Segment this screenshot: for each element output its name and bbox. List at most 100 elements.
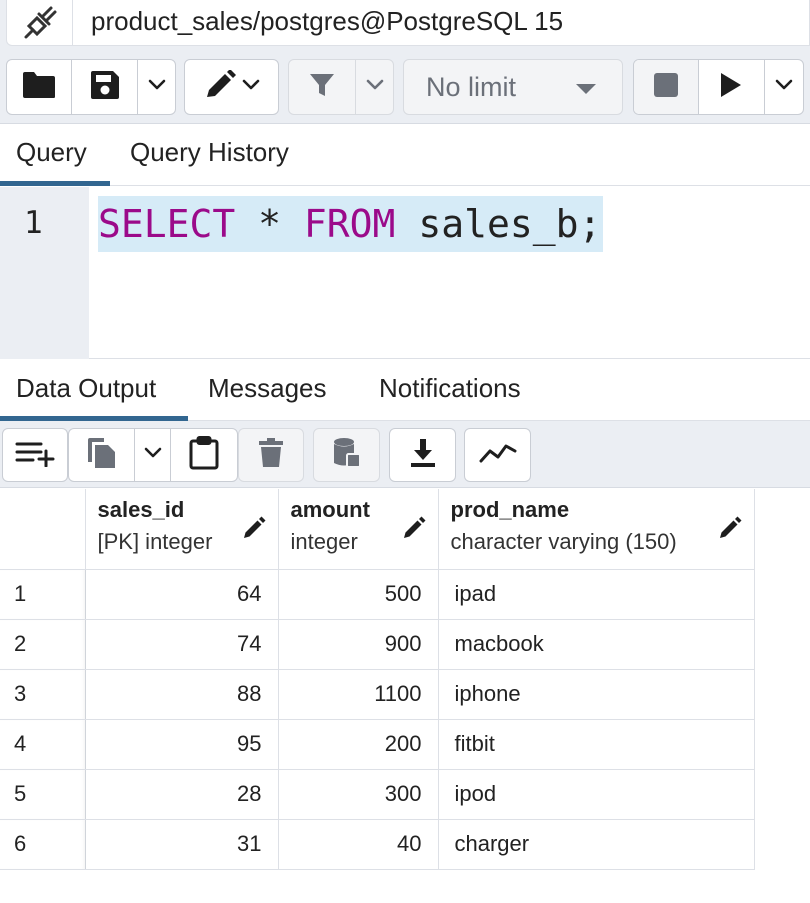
table-row[interactable]: 5 28 300 ipod [0,769,755,820]
cell-amount[interactable]: 40 [278,819,439,870]
filter-options-dropdown[interactable] [356,60,393,114]
cell-sales-id[interactable]: 88 [85,669,279,720]
column-header-amount[interactable]: amount integer [278,489,439,570]
table-header-row: sales_id [PK] integer amount integer pro… [0,489,755,570]
add-row-button-group [2,428,68,482]
table-row[interactable]: 4 95 200 fitbit [0,719,755,770]
row-limit-select[interactable]: No limit [403,59,623,115]
chevron-down-icon [242,78,260,96]
chevron-down-icon [366,78,384,96]
cell-amount[interactable]: 1100 [278,669,439,720]
edit-dropdown-button[interactable] [185,60,278,114]
delete-row-button[interactable] [239,429,303,481]
pencil-icon [204,68,236,105]
row-number[interactable]: 2 [0,619,86,670]
add-row-button[interactable] [3,429,67,481]
cell-amount[interactable]: 500 [278,569,439,620]
connection-selector[interactable]: product_sales/postgres@PostgreSQL 15 [6,0,810,46]
chevron-down-icon [775,78,793,96]
stop-query-button[interactable] [634,60,699,114]
stop-square-icon [653,72,679,103]
line-number: 1 [24,205,43,241]
column-type: [PK] integer [97,529,213,554]
execute-button-group [633,59,804,115]
sql-keyword-from: FROM [303,202,396,246]
data-grid-toolbar [0,421,810,488]
file-button-group [6,59,176,115]
cell-sales-id[interactable]: 95 [85,719,279,770]
cell-prod-name[interactable]: fitbit [438,719,755,770]
query-toolbar: No limit [0,48,810,124]
table-row[interactable]: 3 88 1100 iphone [0,669,755,720]
pencil-icon [718,516,742,545]
column-header-sales-id[interactable]: sales_id [PK] integer [85,489,279,570]
copy-icon [86,436,118,475]
delete-button-group [238,428,304,482]
cell-amount[interactable]: 200 [278,719,439,770]
delete-icon [259,437,283,473]
row-limit-value: No limit [426,72,517,102]
copy-button[interactable] [69,429,135,481]
edit-button-group [184,59,279,115]
row-number[interactable]: 1 [0,569,86,620]
row-number[interactable]: 5 [0,769,86,820]
table-row[interactable]: 1 64 500 ipad [0,569,755,620]
caret-down-icon [576,84,596,94]
line-number-gutter: 1 [0,187,89,359]
data-output-grid: sales_id [PK] integer amount integer pro… [0,489,755,870]
execute-query-button[interactable] [699,60,766,114]
pencil-icon [402,516,426,545]
add-row-icon [15,439,55,472]
save-data-button-group [313,428,380,482]
sql-keyword-select: SELECT [98,202,236,246]
execute-options-dropdown[interactable] [765,60,803,114]
column-header-prod-name[interactable]: prod_name character varying (150) [438,489,755,570]
cell-sales-id[interactable]: 31 [85,819,279,870]
output-tab-bar: Data Output Messages Notifications [0,360,810,421]
cell-sales-id[interactable]: 28 [85,769,279,820]
row-number[interactable]: 6 [0,819,86,870]
cell-sales-id[interactable]: 74 [85,619,279,670]
save-file-button[interactable] [72,60,138,114]
cell-prod-name[interactable]: iphone [438,669,755,720]
active-tab-indicator [0,181,110,186]
table-row[interactable]: 2 74 900 macbook [0,619,755,670]
download-results-button[interactable] [390,429,455,481]
chevron-down-icon [148,78,166,96]
sql-editor[interactable]: 1 SELECT * FROM sales_b; [0,187,810,359]
row-number[interactable]: 3 [0,669,86,720]
cell-sales-id[interactable]: 64 [85,569,279,620]
column-name: prod_name [450,497,570,522]
sql-code-line[interactable]: SELECT * FROM sales_b; [98,196,604,252]
tab-messages[interactable]: Messages [208,373,327,404]
paste-button[interactable] [171,429,237,481]
cell-prod-name[interactable]: ipad [438,569,755,620]
sql-table-name: sales_b; [395,202,602,246]
cell-prod-name[interactable]: ipod [438,769,755,820]
tab-notifications[interactable]: Notifications [379,373,521,404]
open-file-button[interactable] [7,60,72,114]
cell-amount[interactable]: 900 [278,619,439,670]
table-row[interactable]: 6 31 40 charger [0,819,755,870]
filter-button[interactable] [289,60,357,114]
cell-amount[interactable]: 300 [278,769,439,820]
connection-bar: product_sales/postgres@PostgreSQL 15 [0,0,810,48]
tab-data-output[interactable]: Data Output [16,373,156,404]
save-data-icon [332,437,362,474]
paste-icon [189,435,219,475]
column-name: sales_id [97,497,185,522]
save-options-dropdown[interactable] [138,60,175,114]
row-number[interactable]: 4 [0,719,86,770]
graph-visualiser-button[interactable] [465,429,530,481]
copy-options-dropdown[interactable] [135,429,171,481]
download-button-group [389,428,456,482]
disconnected-plug-icon[interactable] [7,0,73,45]
filter-button-group [288,59,394,115]
column-type: character varying (150) [450,529,677,554]
cell-prod-name[interactable]: charger [438,819,755,870]
graph-visualiser-icon [479,441,517,470]
tab-query-history[interactable]: Query History [130,137,289,168]
tab-query[interactable]: Query [16,137,87,168]
cell-prod-name[interactable]: macbook [438,619,755,670]
save-data-button[interactable] [314,429,379,481]
